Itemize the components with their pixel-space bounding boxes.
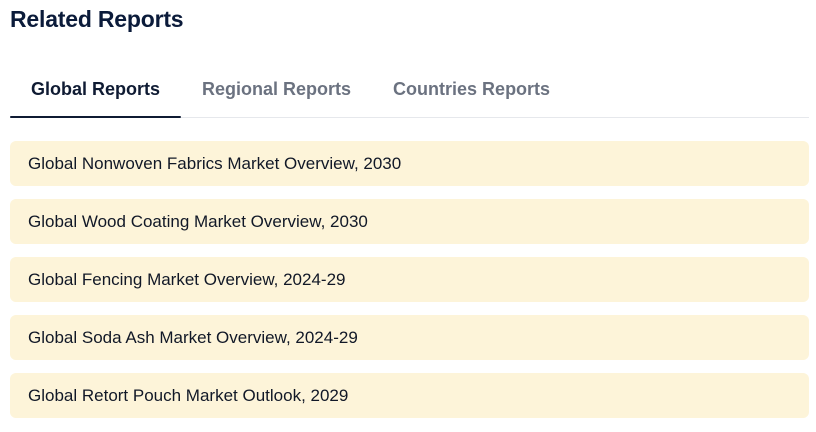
report-item-fencing[interactable]: Global Fencing Market Overview, 2024-29 <box>10 257 809 302</box>
report-item-nonwoven-fabrics[interactable]: Global Nonwoven Fabrics Market Overview,… <box>10 141 809 186</box>
tab-regional-reports[interactable]: Regional Reports <box>181 62 372 117</box>
tab-global-reports[interactable]: Global Reports <box>10 62 182 118</box>
report-title[interactable]: Global Wood Coating Market Overview, 203… <box>28 212 368 232</box>
report-tabs: Global Reports Regional Reports Countrie… <box>10 62 809 118</box>
report-item-wood-coating[interactable]: Global Wood Coating Market Overview, 203… <box>10 199 809 244</box>
report-list: Global Nonwoven Fabrics Market Overview,… <box>10 141 809 431</box>
report-title[interactable]: Global Nonwoven Fabrics Market Overview,… <box>28 154 401 174</box>
report-title[interactable]: Global Retort Pouch Market Outlook, 2029 <box>28 386 348 406</box>
report-title[interactable]: Global Soda Ash Market Overview, 2024-29 <box>28 328 358 348</box>
page-title: Related Reports <box>10 6 184 32</box>
report-title[interactable]: Global Fencing Market Overview, 2024-29 <box>28 270 346 290</box>
report-item-soda-ash[interactable]: Global Soda Ash Market Overview, 2024-29 <box>10 315 809 360</box>
tab-countries-reports[interactable]: Countries Reports <box>372 62 571 117</box>
report-item-retort-pouch[interactable]: Global Retort Pouch Market Outlook, 2029 <box>10 373 809 418</box>
